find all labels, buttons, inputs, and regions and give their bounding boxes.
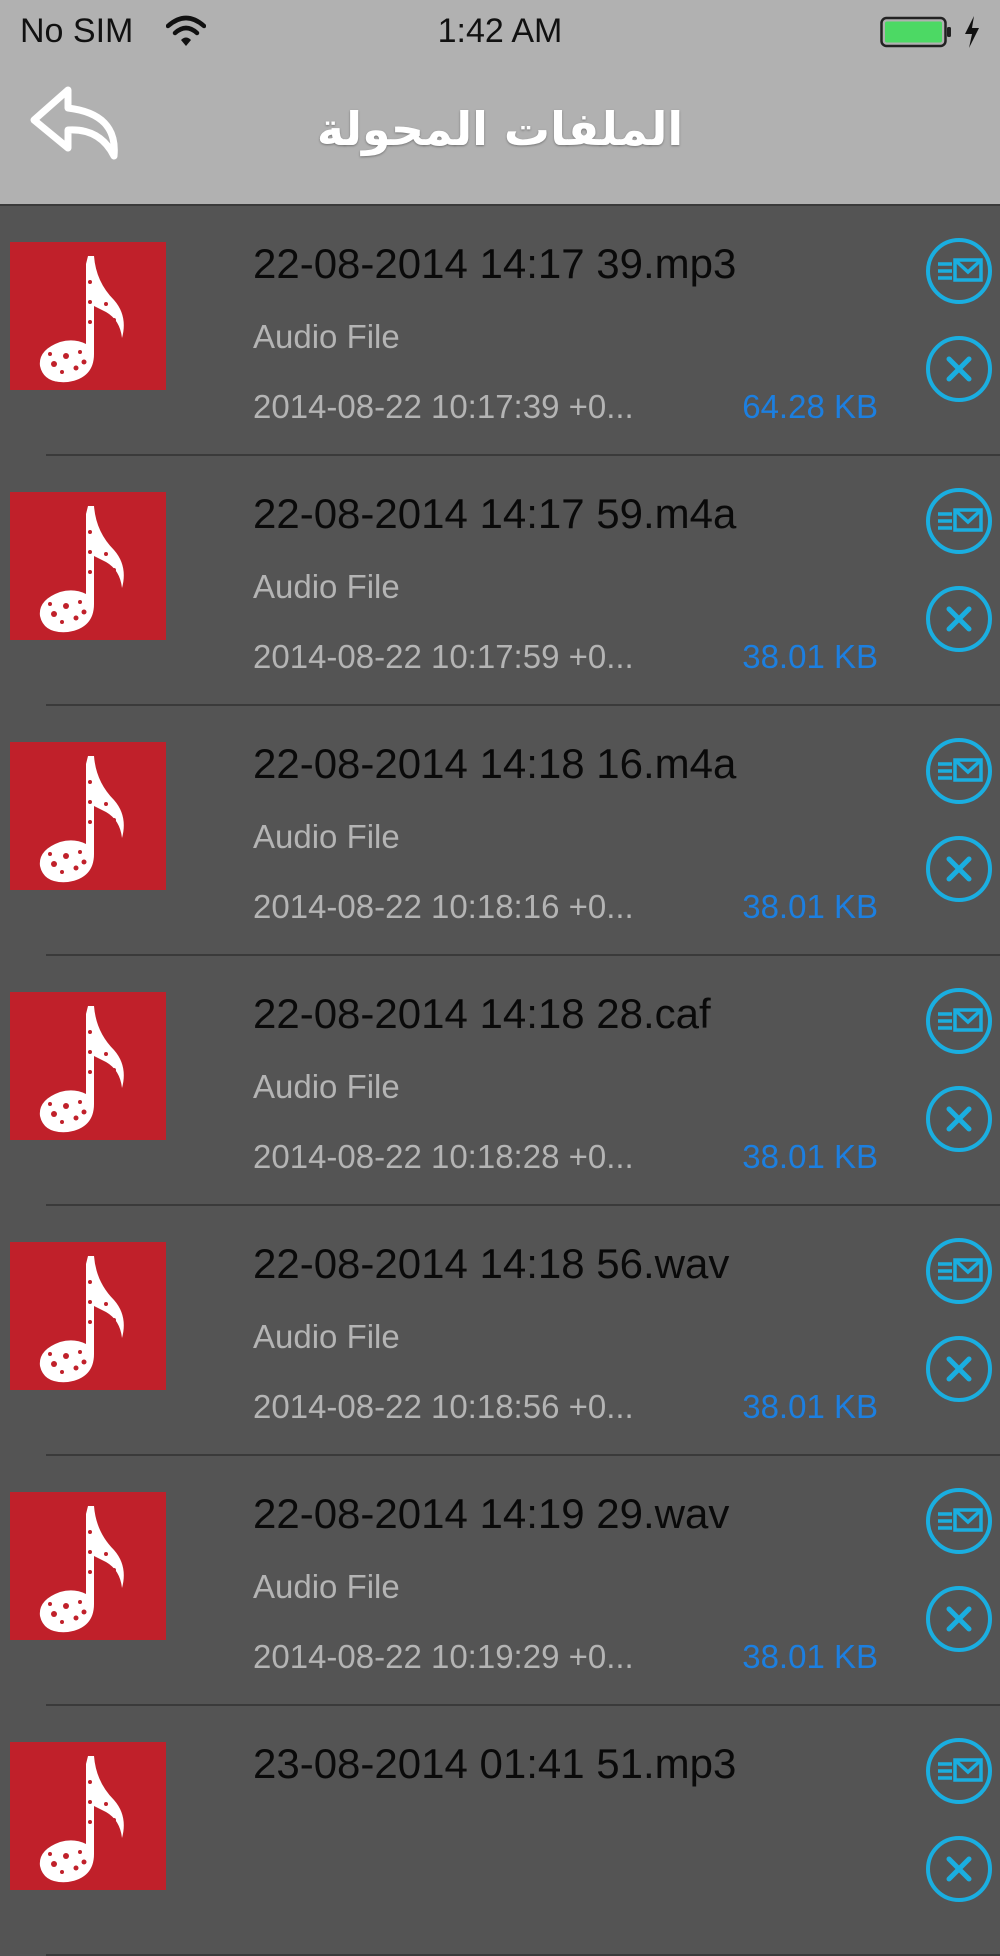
file-row[interactable]: 22-08-2014 14:17 59.m4a Audio File 2014-…	[0, 456, 1000, 706]
file-name: 22-08-2014 14:18 28.caf	[253, 990, 711, 1037]
email-share-icon[interactable]	[924, 736, 994, 806]
file-type: Audio File	[253, 318, 400, 355]
file-date: 2014-08-22 10:19:29 +0...	[253, 1638, 634, 1675]
navigation-bar: الملفات المحولة	[0, 64, 1000, 206]
music-note-icon	[10, 1242, 166, 1390]
file-row[interactable]: 23-08-2014 01:41 51.mp3	[0, 1706, 1000, 1956]
email-share-icon[interactable]	[924, 1486, 994, 1556]
file-size: 38.01 KB	[742, 888, 878, 925]
email-share-icon[interactable]	[924, 1736, 994, 1806]
music-note-icon	[10, 992, 166, 1140]
delete-icon[interactable]	[924, 1084, 994, 1154]
file-type: Audio File	[253, 1568, 400, 1605]
charging-bolt-icon	[965, 16, 979, 48]
page-title: الملفات المحولة	[316, 102, 684, 156]
file-name: 22-08-2014 14:18 56.wav	[253, 1240, 730, 1287]
file-date: 2014-08-22 10:18:28 +0...	[253, 1138, 634, 1175]
file-list: 22-08-2014 14:17 39.mp3 Audio File 2014-…	[0, 206, 1000, 1956]
file-name: 23-08-2014 01:41 51.mp3	[253, 1740, 737, 1787]
music-note-icon	[10, 742, 166, 890]
file-size: 38.01 KB	[742, 1638, 878, 1675]
file-row[interactable]: 22-08-2014 14:18 28.caf Audio File 2014-…	[0, 956, 1000, 1206]
file-date: 2014-08-22 10:18:16 +0...	[253, 888, 634, 925]
file-size: 64.28 KB	[742, 388, 878, 425]
music-note-icon	[10, 492, 166, 640]
file-name: 22-08-2014 14:17 59.m4a	[253, 490, 737, 537]
file-size: 38.01 KB	[742, 1138, 878, 1175]
file-row[interactable]: 22-08-2014 14:19 29.wav Audio File 2014-…	[0, 1456, 1000, 1706]
music-note-icon	[10, 1492, 166, 1640]
delete-icon[interactable]	[924, 1334, 994, 1404]
email-share-icon[interactable]	[924, 486, 994, 556]
file-name: 22-08-2014 14:17 39.mp3	[253, 240, 737, 287]
file-row[interactable]: 22-08-2014 14:18 16.m4a Audio File 2014-…	[0, 706, 1000, 956]
status-bar: No SIM 1:42 AM	[0, 0, 1000, 64]
music-note-icon	[10, 242, 166, 390]
file-name: 22-08-2014 14:19 29.wav	[253, 1490, 730, 1537]
file-row[interactable]: 22-08-2014 14:17 39.mp3 Audio File 2014-…	[0, 206, 1000, 456]
file-date: 2014-08-22 10:18:56 +0...	[253, 1388, 634, 1425]
music-note-icon	[10, 1742, 166, 1890]
email-share-icon[interactable]	[924, 236, 994, 306]
clock: 1:42 AM	[437, 12, 563, 50]
file-type: Audio File	[253, 1068, 400, 1105]
delete-icon[interactable]	[924, 334, 994, 404]
delete-icon[interactable]	[924, 1584, 994, 1654]
battery-charging-icon	[880, 16, 951, 48]
file-size: 38.01 KB	[742, 638, 878, 675]
file-row[interactable]: 22-08-2014 14:18 56.wav Audio File 2014-…	[0, 1206, 1000, 1456]
delete-icon[interactable]	[924, 834, 994, 904]
delete-icon[interactable]	[924, 584, 994, 654]
delete-icon[interactable]	[924, 1834, 994, 1904]
file-date: 2014-08-22 10:17:39 +0...	[253, 388, 634, 425]
email-share-icon[interactable]	[924, 986, 994, 1056]
file-name: 22-08-2014 14:18 16.m4a	[253, 740, 737, 787]
file-type: Audio File	[253, 568, 400, 605]
email-share-icon[interactable]	[924, 1236, 994, 1306]
file-type: Audio File	[253, 818, 400, 855]
file-date: 2014-08-22 10:17:59 +0...	[253, 638, 634, 675]
file-type: Audio File	[253, 1318, 400, 1355]
file-size: 38.01 KB	[742, 1388, 878, 1425]
